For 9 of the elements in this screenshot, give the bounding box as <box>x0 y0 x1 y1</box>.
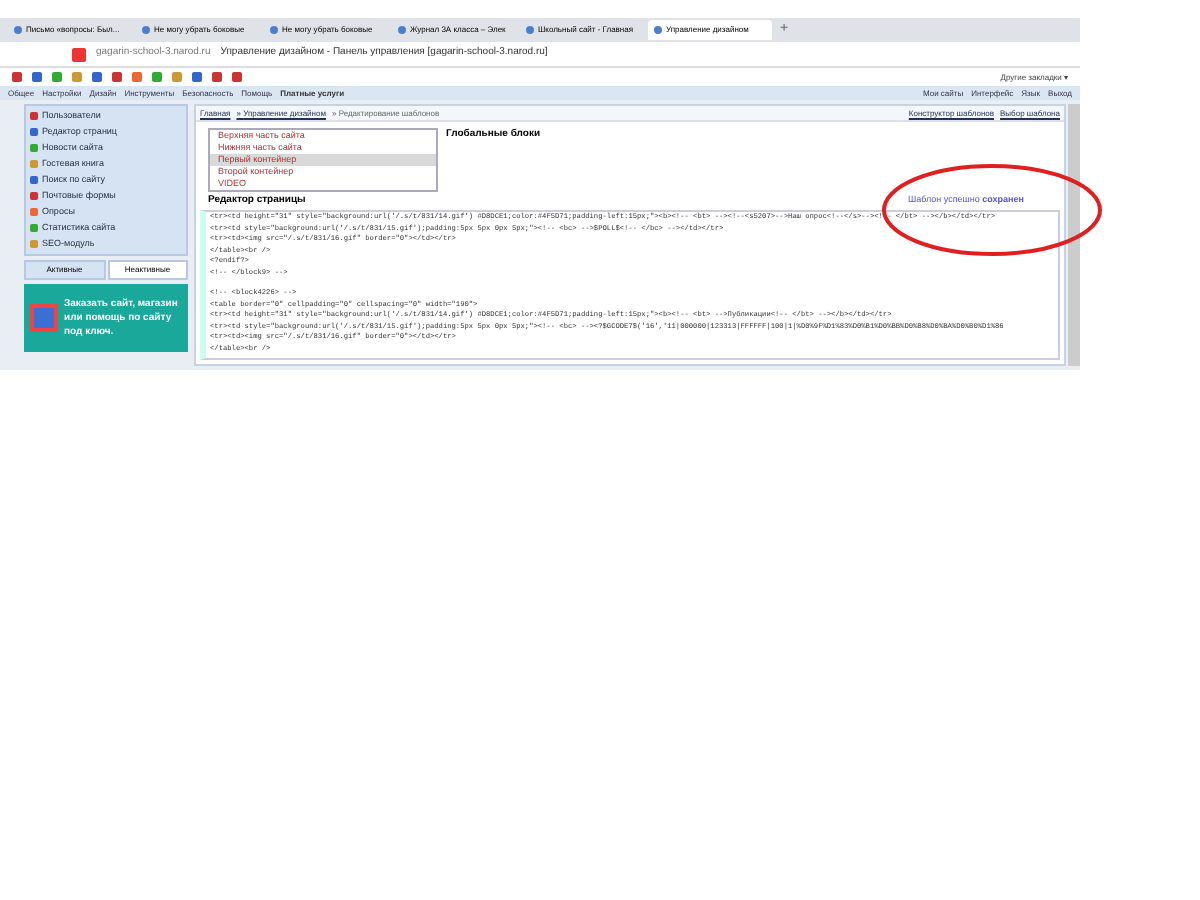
favicon-icon <box>398 26 406 34</box>
favicon-icon <box>14 26 22 34</box>
favicon-icon <box>270 26 278 34</box>
favicon-icon <box>526 26 534 34</box>
devices-icon <box>30 304 58 332</box>
site-favicon-icon <box>72 47 86 61</box>
code-editor[interactable] <box>200 210 1060 360</box>
favicon-icon <box>654 26 662 34</box>
favicon-icon <box>142 26 150 34</box>
